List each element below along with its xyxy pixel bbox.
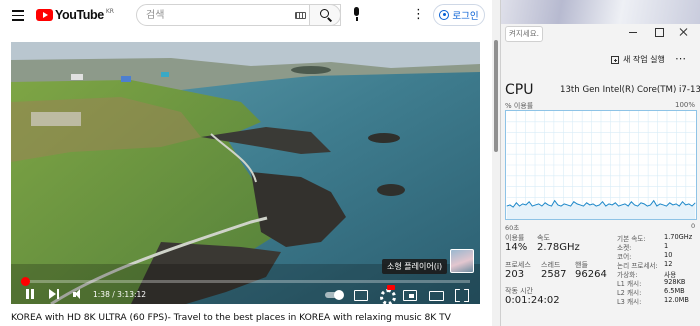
player-controls: 1:38 / 3:13:12 [11, 285, 480, 304]
login-button[interactable]: 로그인 [433, 4, 485, 26]
theater-mode-icon[interactable] [429, 288, 444, 301]
storyboard-thumbnail [450, 249, 474, 273]
voice-search-icon[interactable] [349, 6, 365, 24]
close-icon[interactable] [677, 26, 689, 38]
new-task-icon [611, 55, 619, 64]
search-icon [320, 9, 329, 18]
time-display: 1:38 / 3:13:12 [93, 290, 147, 299]
miniplayer-tooltip: 소형 플레이어(i) [382, 259, 448, 274]
youtube-logo[interactable]: YouTube KR [36, 8, 114, 22]
hd-badge [387, 285, 395, 290]
cpu-usage-graph [505, 110, 697, 220]
spec-value: 928KB [664, 278, 686, 286]
search-button[interactable] [309, 4, 341, 26]
spec-value: 6.5MB [664, 287, 685, 295]
spec-value: 12 [664, 260, 673, 268]
new-task-button[interactable]: 새 작업 실행 [611, 54, 665, 65]
maximize-icon[interactable] [653, 26, 665, 38]
fullscreen-icon[interactable] [455, 288, 467, 301]
spec-label: L3 캐시: [617, 298, 642, 306]
autoplay-toggle[interactable] [325, 288, 345, 301]
youtube-window: YouTube KR ⋮ 로그인 [0, 0, 500, 326]
scrollbar-thumb[interactable] [494, 40, 498, 152]
video-title: KOREA with HD 8K ULTRA (60 FPS)- Travel … [11, 312, 451, 323]
new-task-label: 새 작업 실행 [623, 55, 665, 64]
youtube-play-icon [36, 9, 53, 21]
thread-value: 2587 [541, 269, 567, 280]
menu-icon[interactable] [12, 10, 24, 21]
volume-icon[interactable] [73, 288, 85, 301]
graph-zero-label: 0 [691, 222, 696, 230]
login-label: 로그인 [452, 11, 479, 22]
desktop-wallpaper [501, 0, 700, 24]
more-options-icon[interactable]: ⋮ [412, 6, 425, 24]
next-icon[interactable] [49, 288, 60, 301]
spec-value: 10 [664, 251, 673, 259]
uptime-value: 0:01:24:02 [505, 295, 560, 306]
usage-value: 14% [505, 242, 528, 253]
logo-text: YouTube [55, 8, 104, 22]
handle-value: 96264 [575, 269, 607, 280]
cpu-heading: CPU [505, 82, 534, 98]
video-player[interactable]: 소형 플레이어(i) 1:38 / 3:13:12 [11, 42, 480, 304]
pause-icon[interactable] [25, 288, 35, 301]
task-manager-search[interactable]: 켜지세요. [505, 26, 543, 42]
spec-value: 12.0MB [664, 296, 689, 304]
subtitles-icon[interactable] [354, 288, 368, 301]
logo-region: KR [105, 8, 114, 15]
speed-value: 2.78GHz [537, 242, 580, 253]
graph-duration-label: 60초 [505, 224, 520, 232]
spec-value: 1 [664, 242, 669, 250]
utilization-max: 100% [675, 101, 696, 109]
miniplayer-icon[interactable] [403, 288, 417, 301]
task-manager-window: 켜지세요. 새 작업 실행 ⋯ CPU 13th Gen Intel(R) Co… [500, 0, 700, 326]
more-options-icon[interactable]: ⋯ [675, 52, 686, 65]
process-value: 203 [505, 269, 525, 280]
keyboard-icon[interactable] [295, 12, 306, 19]
account-icon [439, 10, 450, 20]
search-input[interactable] [146, 5, 296, 25]
progress-bar[interactable] [20, 277, 470, 286]
spec-value: 1.70GHz [664, 233, 693, 241]
cpu-model: 13th Gen Intel(R) Core(TM) i7-135 [560, 85, 700, 95]
youtube-header: YouTube KR ⋮ 로그인 [0, 0, 500, 32]
minimize-icon[interactable] [627, 26, 639, 38]
